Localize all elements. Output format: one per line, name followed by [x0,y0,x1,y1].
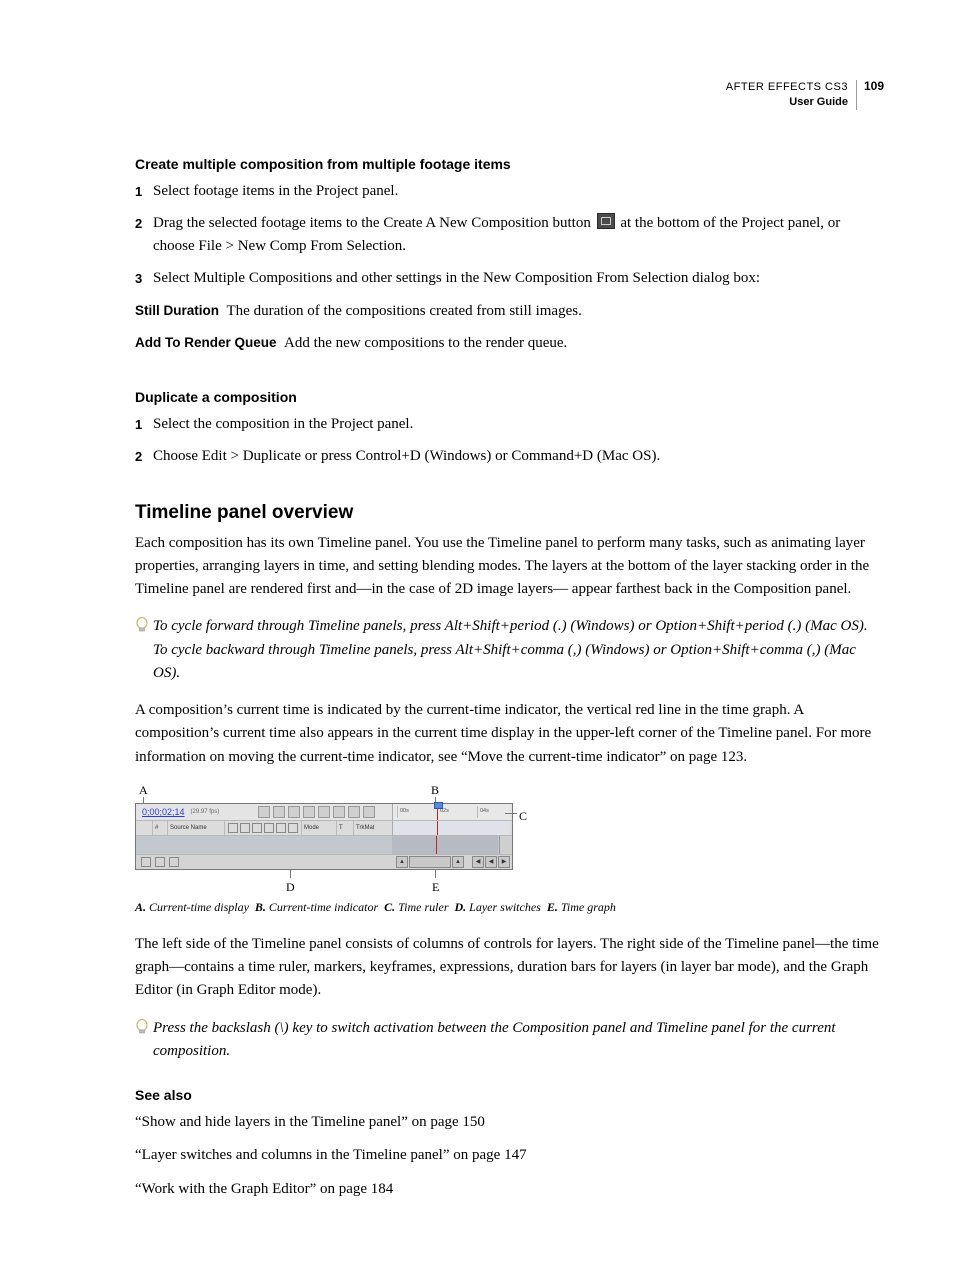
layer-switches [225,821,302,835]
timeline-panel-diagram: A B 0;00;02;14 (29.97 fps) 00s 02s [135,783,513,894]
paragraph: A composition’s current time is indicate… [135,699,884,769]
callout-b: B [431,783,439,798]
step-text: Select Multiple Compositions and other s… [153,267,884,290]
step-text-before: Drag the selected footage items to the C… [153,215,595,231]
step-text: Choose Edit > Duplicate or press Control… [153,445,884,468]
document-page: AFTER EFFECTS CS3 User Guide 109 Create … [0,0,954,1271]
timeline-panel-mock: 0;00;02;14 (29.97 fps) 00s 02s 04s [135,803,513,870]
timeline-tool-icons [258,806,375,818]
col-source-name: Source Name [168,821,225,835]
col-mode: Mode [302,821,337,835]
col-trkmat: TrkMat [354,821,393,835]
definition-still-duration: Still Duration The duration of the compo… [135,300,884,323]
see-also-link: “Layer switches and columns in the Timel… [135,1144,884,1167]
see-also-link: “Show and hide layers in the Timeline pa… [135,1111,884,1134]
tip-text: To cycle forward through Timeline panels… [153,615,884,685]
term: Add To Render Queue [135,335,277,350]
paragraph: The left side of the Timeline panel cons… [135,933,884,1003]
step-number: 2 [135,212,153,234]
heading-duplicate: Duplicate a composition [135,389,884,405]
new-composition-icon [597,213,615,229]
heading-create-multiple: Create multiple composition from multipl… [135,156,884,172]
step-number: 3 [135,267,153,289]
current-time-indicator [437,804,438,820]
step-text: Drag the selected footage items to the C… [153,212,884,257]
page-number: 109 [857,80,884,92]
step-number: 1 [135,180,153,202]
callout-a: A [139,783,148,798]
step-number: 1 [135,413,153,435]
current-time-display: 0;00;02;14 [136,807,191,817]
figure-caption: A. Current-time display B. Current-time … [135,900,884,915]
step-1: 1 Select footage items in the Project pa… [135,180,884,203]
heading-timeline-overview: Timeline panel overview [135,502,884,524]
callout-e: E [432,880,439,895]
step-text: Select the composition in the Project pa… [153,413,884,436]
tip-text: Press the backslash (\) key to switch ac… [153,1017,884,1064]
step-number: 2 [135,445,153,467]
term: Still Duration [135,303,219,318]
graph-nav-buttons: ◀◀▶ [472,856,510,868]
time-ruler: 00s 02s 04s [392,804,510,820]
col-t: T [337,821,354,835]
timeline-toggle-icons [136,857,180,867]
step-1: 1 Select the composition in the Project … [135,413,884,436]
definition: Add the new compositions to the render q… [284,335,567,351]
product-name: AFTER EFFECTS CS3 [726,80,848,95]
definition-add-to-render-queue: Add To Render Queue Add the new composit… [135,332,884,355]
see-also-link: “Work with the Graph Editor” on page 184 [135,1178,884,1201]
ruler-tick-label: 04s [480,808,489,814]
step-text: Select footage items in the Project pane… [153,180,884,203]
step-2: 2 Drag the selected footage items to the… [135,212,884,257]
guide-label: User Guide [726,95,848,110]
callout-d: D [286,880,295,895]
step-3: 3 Select Multiple Compositions and other… [135,267,884,290]
callout-c: C [519,809,527,824]
header-text: AFTER EFFECTS CS3 User Guide [726,80,857,110]
paragraph: Each composition has its own Timeline pa… [135,532,884,602]
fps-label: (29.97 fps) [191,809,220,815]
tip-cycle-panels: To cycle forward through Timeline panels… [135,615,884,685]
zoom-slider: ▲ ▲ [396,856,464,868]
definition: The duration of the compositions created… [227,303,582,319]
lightbulb-icon [135,1017,153,1037]
running-header: AFTER EFFECTS CS3 User Guide 109 [135,80,884,110]
step-2: 2 Choose Edit > Duplicate or press Contr… [135,445,884,468]
time-graph [392,836,498,854]
ruler-tick-label: 00s [400,808,409,814]
scrollbar [499,836,512,854]
heading-see-also: See also [135,1087,884,1103]
tip-backslash: Press the backslash (\) key to switch ac… [135,1017,884,1064]
lightbulb-icon [135,615,153,635]
